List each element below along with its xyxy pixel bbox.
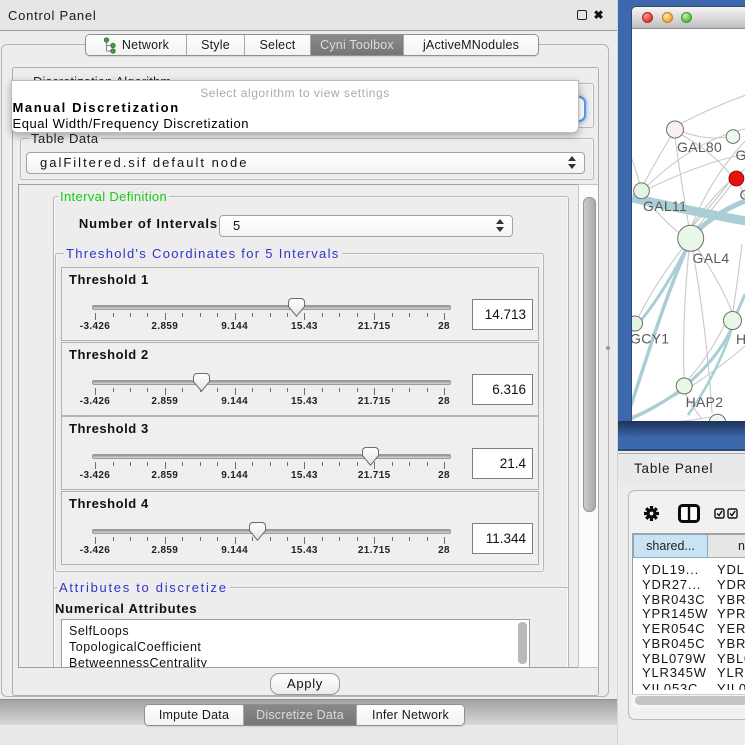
svg-text:GCY1: GCY1 bbox=[632, 331, 669, 347]
svg-text:GAL80: GAL80 bbox=[677, 139, 722, 155]
svg-text:GAL11: GAL11 bbox=[643, 198, 687, 214]
svg-text:GA: GA bbox=[736, 147, 745, 163]
svg-text:CY: CY bbox=[740, 187, 745, 203]
svg-text:HA: HA bbox=[736, 331, 745, 347]
svg-text:HAP2: HAP2 bbox=[686, 394, 724, 410]
svg-text:GAL4: GAL4 bbox=[693, 250, 730, 266]
